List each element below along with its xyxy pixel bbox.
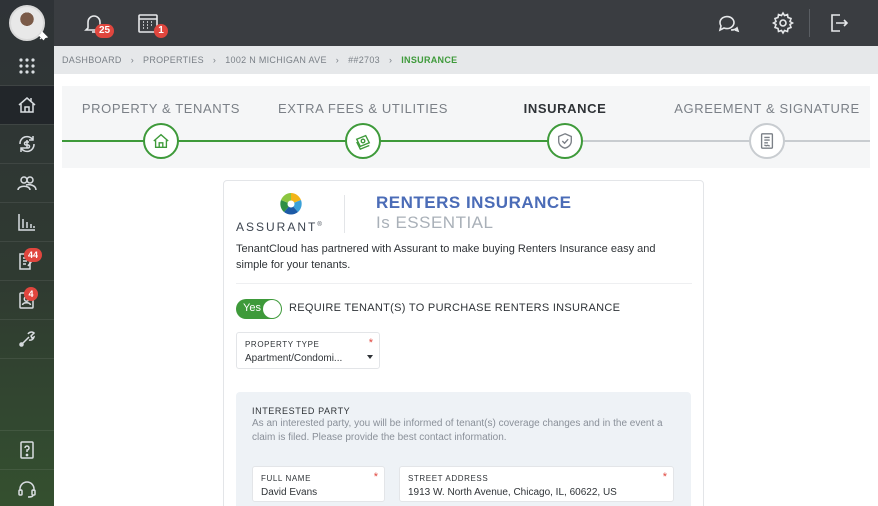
assurant-logo-text: ASSURANT [236, 220, 318, 234]
required-asterisk: * [662, 471, 667, 483]
sidebar-item-apps[interactable] [0, 47, 54, 85]
renters-insurance-card: ASSURANT® RENTERS INSURANCE Is ESSENTIAL… [223, 180, 704, 506]
step-insurance[interactable] [547, 123, 583, 159]
sidebar-item-support[interactable] [0, 470, 54, 506]
sidebar: 44 4 [0, 0, 54, 506]
leases-badge: 4 [24, 287, 38, 301]
toggle-label: Yes [243, 302, 261, 314]
assurant-logo: ASSURANT® [236, 191, 336, 235]
contract-icon [760, 133, 774, 149]
step-label-property-tenants[interactable]: PROPERTY & TENANTS [82, 101, 240, 116]
street-address-label: STREET ADDRESS [408, 474, 489, 483]
full-name-label: FULL NAME [261, 474, 312, 483]
required-asterisk: * [373, 471, 378, 483]
step-property-tenants[interactable] [143, 123, 179, 159]
sidebar-item-tenants[interactable] [0, 164, 54, 202]
chevron-right-icon: › [212, 55, 217, 65]
required-asterisk: * [368, 337, 373, 349]
breadcrumb-property[interactable]: 1002 N MICHIGAN AVE [225, 55, 327, 65]
interested-party-title: INTERESTED PARTY [252, 406, 351, 416]
wrench-icon [19, 331, 36, 347]
property-type-label: PROPERTY TYPE [245, 340, 320, 349]
assurant-logo-mark [280, 193, 302, 215]
interested-party-panel: INTERESTED PARTY As an interested party,… [236, 392, 691, 506]
partnership-description: TenantCloud has partnered with Assurant … [236, 243, 656, 271]
property-type-value: Apartment/Condomi... [245, 353, 343, 364]
grid-icon [19, 58, 35, 74]
toggle-knob [263, 300, 281, 318]
money-cycle-icon [19, 135, 35, 153]
top-bar: 25 1 [54, 0, 878, 46]
applications-badge: 44 [24, 248, 43, 262]
house-icon [153, 133, 169, 148]
house-icon [18, 97, 36, 113]
chat-icon[interactable] [716, 11, 740, 35]
wizard-steps: PROPERTY & TENANTS EXTRA FEES & UTILITIE… [62, 86, 870, 168]
sidebar-item-transactions[interactable] [0, 125, 54, 163]
renters-insurance-title: RENTERS INSURANCE [376, 193, 572, 212]
step-agreement[interactable] [749, 123, 785, 159]
people-icon [17, 176, 37, 191]
renters-insurance-subtitle: Is ESSENTIAL [376, 213, 494, 232]
breadcrumb-unit[interactable]: ##2703 [348, 55, 380, 65]
gear-icon[interactable] [771, 11, 795, 35]
step-extra-fees[interactable] [345, 123, 381, 159]
breadcrumb: DASHBOARD › PROPERTIES › 1002 N MICHIGAN… [54, 46, 878, 74]
require-insurance-toggle[interactable]: Yes [236, 299, 282, 319]
step-label-insurance[interactable]: INSURANCE [524, 101, 607, 116]
interested-party-description: As an interested party, you will be info… [252, 418, 663, 443]
progress-line-done [62, 140, 565, 142]
step-label-agreement[interactable]: AGREEMENT & SIGNATURE [674, 101, 859, 116]
progress-line-pending [565, 140, 870, 142]
breadcrumb-current: INSURANCE [401, 55, 458, 65]
require-insurance-label: REQUIRE TENANT(S) TO PURCHASE RENTERS IN… [289, 302, 621, 314]
sidebar-item-help[interactable] [0, 431, 54, 469]
chevron-down-icon [367, 355, 373, 359]
chevron-right-icon: › [388, 55, 393, 65]
property-type-select[interactable]: PROPERTY TYPE * Apartment/Condomi... [236, 332, 380, 369]
logout-icon[interactable] [826, 11, 850, 35]
sidebar-item-reports[interactable] [0, 203, 54, 241]
chevron-right-icon: › [130, 55, 135, 65]
bar-chart-icon [18, 214, 35, 231]
user-avatar[interactable] [9, 5, 49, 41]
headset-icon [18, 481, 36, 498]
breadcrumb-properties[interactable]: PROPERTIES [143, 55, 204, 65]
notifications-badge: 25 [95, 24, 115, 38]
shield-check-icon [558, 133, 572, 149]
step-label-extra-fees[interactable]: EXTRA FEES & UTILITIES [278, 101, 448, 116]
calendar-badge: 1 [154, 24, 168, 38]
question-doc-icon [20, 441, 34, 459]
sidebar-item-tools[interactable] [0, 320, 54, 358]
chevron-right-icon: › [335, 55, 340, 65]
sidebar-item-properties[interactable] [0, 86, 54, 124]
full-name-value: David Evans [261, 487, 318, 498]
pin-icon [38, 30, 49, 41]
trademark-mark: ® [317, 222, 324, 228]
money-stack-icon [355, 134, 371, 150]
full-name-field[interactable]: FULL NAME * David Evans [252, 466, 385, 502]
street-address-value: 1913 W. North Avenue, Chicago, IL, 60622… [408, 487, 617, 498]
street-address-field[interactable]: STREET ADDRESS * 1913 W. North Avenue, C… [399, 466, 674, 502]
breadcrumb-dashboard[interactable]: DASHBOARD [62, 55, 122, 65]
